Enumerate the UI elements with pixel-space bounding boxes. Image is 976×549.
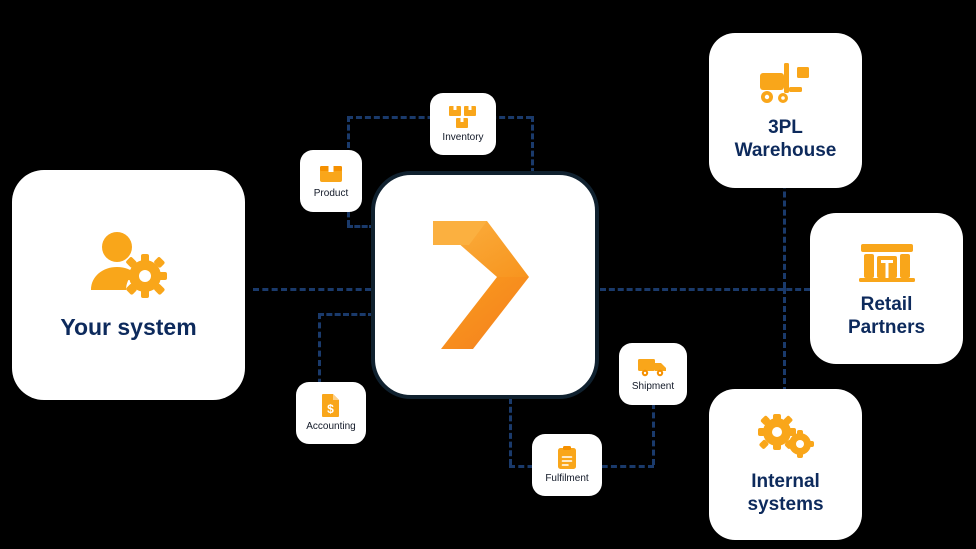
chip-product[interactable]: Product [300,150,362,212]
card-3pl-warehouse[interactable]: 3PL Warehouse [709,33,862,188]
chevron-logo-icon [425,215,545,355]
boxes-icon [448,104,478,130]
chip-fulfilment[interactable]: Fulfilment [532,434,602,496]
diagram-canvas: Your system Inventory Product $ Accounti… [0,0,976,549]
card-internal-systems[interactable]: Internal systems [709,389,862,540]
chip-inventory-label: Inventory [442,132,484,144]
forklift-icon [757,59,815,107]
card-3pl-warehouse-line2: Warehouse [734,139,837,161]
chip-shipment[interactable]: Shipment [619,343,687,405]
card-your-system[interactable]: Your system [12,170,245,400]
chip-inventory[interactable]: Inventory [430,93,496,155]
svg-text:$: $ [327,402,334,416]
card-internal-systems-label: Internal systems [747,471,823,516]
connector-your-system-to-hub [253,288,371,291]
connector-hub-to-right [600,288,810,291]
connector-fulfilment-branch-vertical [509,398,512,465]
store-icon [858,238,916,284]
card-retail-partners-line2: Partners [847,316,926,338]
card-retail-partners-line1: Retail [860,294,913,316]
box-icon [318,162,344,186]
chip-accounting-label: Accounting [306,421,356,433]
gears-icon [755,413,817,461]
card-internal-systems-line2: systems [747,493,824,515]
card-integration-hub[interactable] [371,171,599,399]
card-your-system-label: Your system [60,314,197,341]
chip-shipment-label: Shipment [631,381,675,393]
user-gear-icon [81,228,177,300]
chip-accounting[interactable]: $ Accounting [296,382,366,444]
card-retail-partners[interactable]: Retail Partners [810,213,963,364]
connector-inventory-branch-down [531,116,534,174]
chip-fulfilment-label: Fulfilment [545,473,589,485]
chip-product-label: Product [313,188,349,200]
card-3pl-warehouse-label: 3PL Warehouse [735,117,837,162]
clipboard-check-icon [556,445,578,471]
invoice-dollar-icon: $ [320,393,342,419]
connector-shipment-branch-vertical [652,403,655,465]
connector-accounting-to-hub [318,313,374,316]
card-3pl-warehouse-line1: 3PL [768,117,803,139]
delivery-truck-icon [637,355,669,379]
card-internal-systems-line1: Internal [751,471,820,493]
card-retail-partners-label: Retail Partners [848,294,925,339]
